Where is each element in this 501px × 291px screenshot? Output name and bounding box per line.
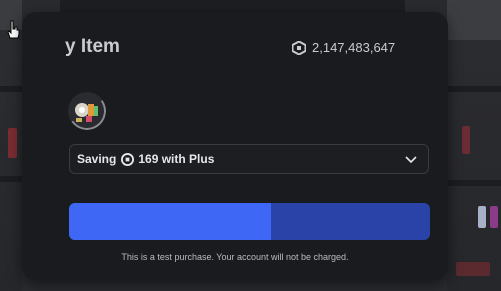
balance-amount: 2,147,483,647 (312, 40, 396, 55)
purchase-dialog: y Item 2,147,483,647 Saving 169 with Plu… (22, 12, 448, 280)
robux-icon (292, 40, 306, 55)
item-thumbnail (68, 92, 106, 130)
backdrop-right (447, 0, 501, 291)
backdrop-shelf (0, 176, 22, 182)
pointer-hand-icon (7, 20, 20, 39)
backdrop-shelf (447, 86, 501, 92)
savings-prefix: Saving (77, 152, 117, 166)
dialog-title: y Item (65, 36, 120, 57)
backdrop-book (8, 128, 17, 158)
backdrop-book (478, 206, 486, 228)
buy-button[interactable] (69, 203, 430, 240)
backdrop-book (490, 206, 498, 228)
robux-balance: 2,147,483,647 (292, 40, 395, 55)
buy-progress-fill (69, 203, 272, 240)
backdrop-book (462, 126, 470, 154)
test-purchase-notice: This is a test purchase. Your account wi… (121, 252, 349, 262)
savings-amount: 169 with Plus (138, 152, 215, 166)
chevron-down-icon (405, 156, 417, 164)
backdrop-book (456, 262, 490, 276)
robux-icon (121, 152, 135, 166)
backdrop-shelf (447, 180, 501, 186)
plus-savings-dropdown[interactable]: Saving 169 with Plus (69, 144, 429, 174)
backdrop-shelf (0, 86, 22, 92)
